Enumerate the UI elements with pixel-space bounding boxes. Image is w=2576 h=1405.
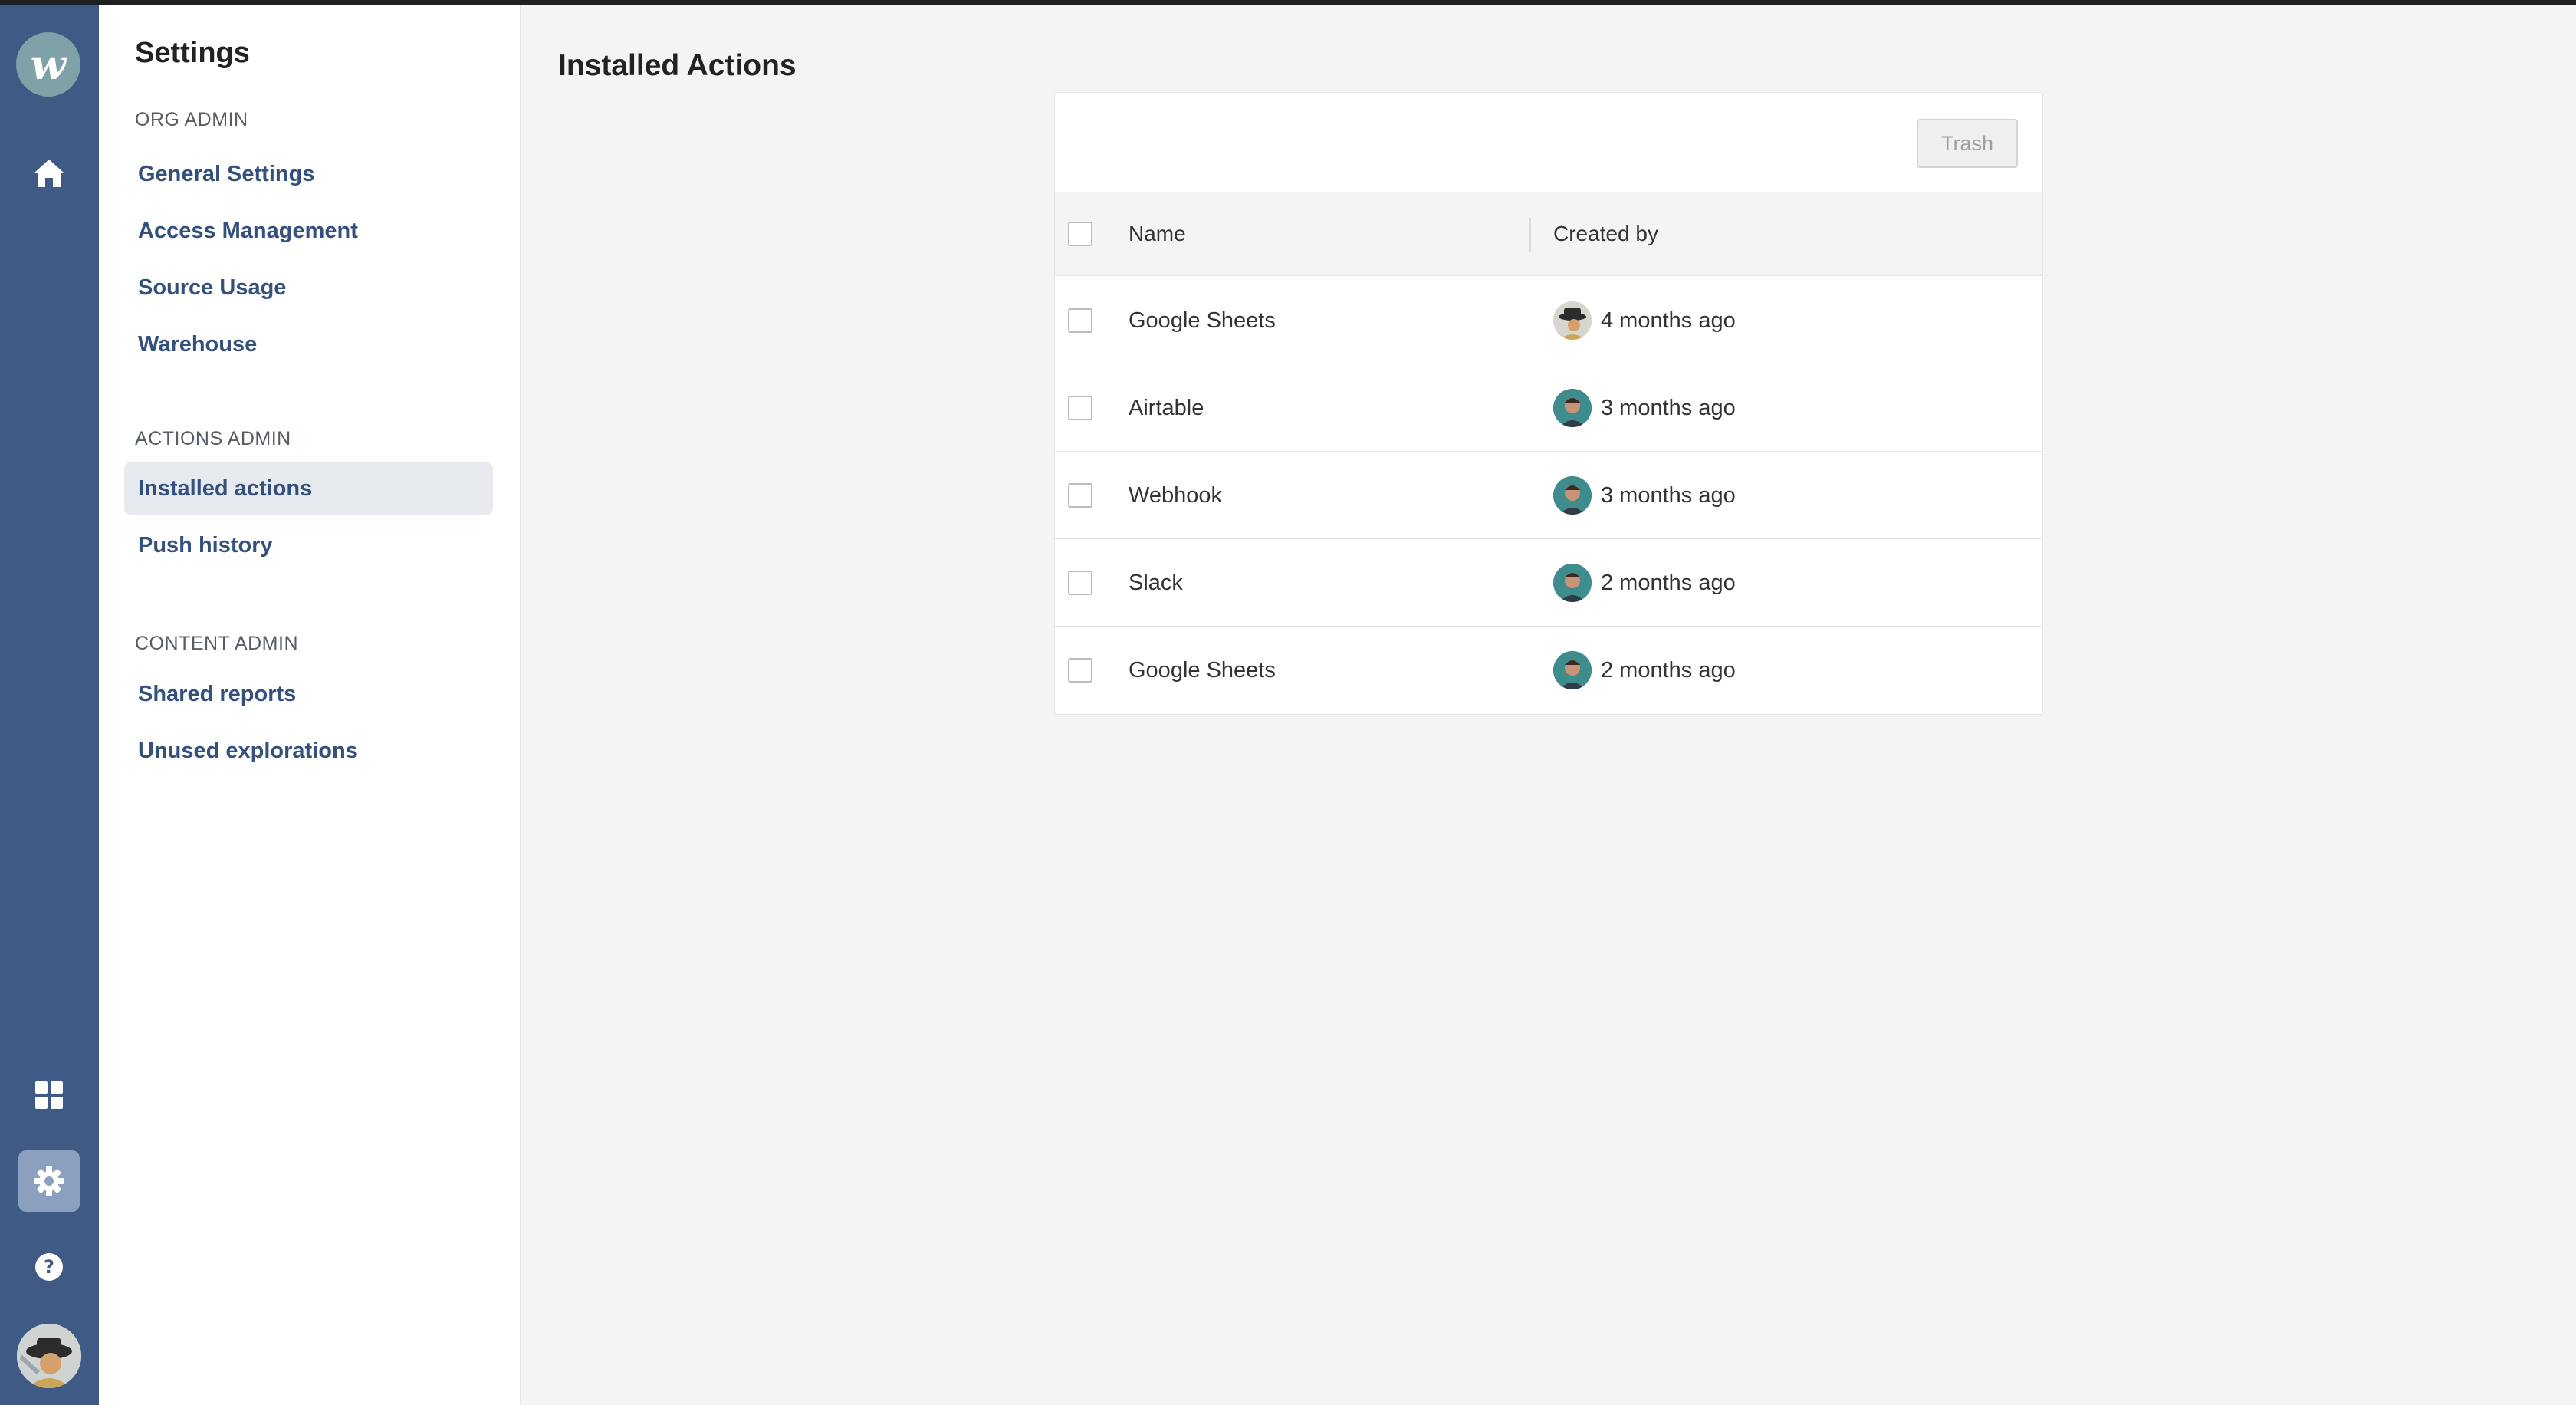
table-row[interactable]: Airtable 3 months ago [1055, 364, 2042, 452]
created-time: 4 months ago [1601, 308, 1736, 333]
sidebar-item-warehouse[interactable]: Warehouse [124, 318, 493, 370]
created-time: 2 months ago [1601, 570, 1736, 595]
created-by-cell: 2 months ago [1553, 627, 1736, 714]
action-name: Webhook [1129, 482, 1222, 508]
creator-avatar [1553, 564, 1592, 602]
column-divider[interactable] [1530, 218, 1531, 252]
sidebar-item-source-usage[interactable]: Source Usage [124, 262, 493, 314]
table-row[interactable]: Slack 2 months ago [1055, 539, 2042, 627]
created-by-cell: 4 months ago [1553, 277, 1736, 364]
logo-icon[interactable]: w [16, 32, 80, 97]
user-avatar[interactable] [17, 1324, 81, 1388]
creator-avatar [1553, 389, 1592, 427]
row-checkbox[interactable] [1068, 396, 1092, 420]
action-name: Google Sheets [1129, 308, 1276, 333]
page-title: Installed Actions [558, 49, 797, 82]
creator-avatar [1553, 651, 1592, 689]
created-by-cell: 3 months ago [1553, 364, 1736, 452]
trash-button[interactable]: Trash [1917, 119, 2018, 168]
table-row[interactable]: Google Sheets 4 months ago [1055, 277, 2042, 364]
table-row[interactable]: Google Sheets 2 months ago [1055, 627, 2042, 714]
row-checkbox[interactable] [1068, 308, 1092, 333]
sidebar-title: Settings [135, 37, 250, 69]
actions-table-card: Trash Name Created by Google Sheets 4 mo… [1054, 92, 2043, 715]
row-checkbox[interactable] [1068, 658, 1092, 683]
created-by-cell: 3 months ago [1553, 452, 1736, 539]
svg-text:?: ? [44, 1256, 54, 1278]
action-name: Airtable [1129, 395, 1204, 420]
row-checkbox[interactable] [1068, 483, 1092, 508]
section-org-admin: ORG ADMIN [135, 109, 248, 130]
column-header-created-by[interactable]: Created by [1553, 192, 1658, 276]
sidebar-item-shared-reports[interactable]: Shared reports [124, 668, 493, 720]
grid-icon[interactable] [18, 1064, 80, 1126]
section-actions-admin: ACTIONS ADMIN [135, 428, 291, 449]
creator-avatar [1553, 301, 1592, 340]
sidebar-item-push-history[interactable]: Push history [124, 519, 493, 571]
sidebar-item-installed-actions[interactable]: Installed actions [124, 462, 493, 515]
sidebar-item-general-settings[interactable]: General Settings [124, 148, 493, 200]
settings-sidebar: Settings ORG ADMIN General Settings Acce… [99, 5, 521, 1405]
created-time: 3 months ago [1601, 482, 1736, 508]
creator-avatar [1553, 476, 1592, 515]
gear-icon[interactable] [18, 1150, 80, 1212]
sidebar-item-access-management[interactable]: Access Management [124, 205, 493, 257]
select-all-checkbox[interactable] [1068, 222, 1092, 246]
row-checkbox[interactable] [1068, 571, 1092, 595]
help-icon[interactable]: ? [18, 1236, 80, 1298]
app-window: w ? Settings ORG ADMIN General Settings … [0, 5, 2576, 1405]
table-header: Name Created by [1055, 192, 2042, 276]
logo-letter: w [30, 40, 67, 89]
created-by-cell: 2 months ago [1553, 539, 1736, 627]
sidebar-item-unused-explorations[interactable]: Unused explorations [124, 725, 493, 777]
action-name: Slack [1129, 570, 1183, 595]
created-time: 2 months ago [1601, 657, 1736, 683]
table-row[interactable]: Webhook 3 months ago [1055, 452, 2042, 539]
action-name: Google Sheets [1129, 657, 1276, 683]
column-header-name[interactable]: Name [1129, 192, 1186, 276]
created-time: 3 months ago [1601, 395, 1736, 420]
nav-rail: w ? [0, 5, 99, 1405]
home-icon[interactable] [18, 143, 80, 204]
section-content-admin: CONTENT ADMIN [135, 633, 298, 654]
